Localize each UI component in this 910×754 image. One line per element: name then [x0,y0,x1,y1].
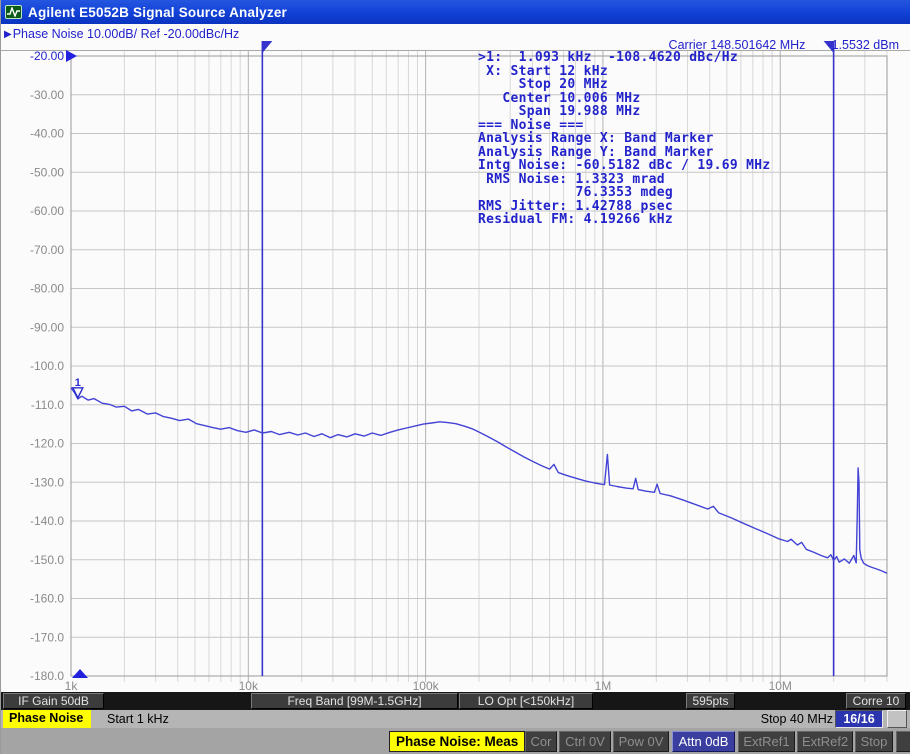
svg-text:1M: 1M [595,679,612,693]
svg-text:-100.0: -100.0 [30,359,64,373]
svg-text:-30.00: -30.00 [30,88,64,102]
svg-text:10k: 10k [239,679,259,693]
svg-text:-70.00: -70.00 [30,243,64,257]
svg-text:-80.00: -80.00 [30,282,64,296]
carrier-info: Carrier 148.501642 MHz -1.5532 dBm [669,38,899,52]
svg-text:1k: 1k [65,679,79,693]
svg-text:-180.0: -180.0 [30,669,64,683]
svg-text:-160.0: -160.0 [30,592,64,606]
svg-text:-150.0: -150.0 [30,553,64,567]
marker-info-panel: >1: 1.093 kHz -108.4620 dBc/Hz X: Start … [478,51,771,227]
phase-noise-plot: -20.00 -30.00 -40.00 -50.00 -60.00 -70.00 -80.… [1,0,910,754]
svg-text:-90.00: -90.00 [30,320,64,334]
measurement-screen: ▶ Phase Noise 10.00dB/ Ref -20.00dBc/Hz … [1,24,910,692]
svg-text:-120.0: -120.0 [30,437,64,451]
svg-text:-130.0: -130.0 [30,475,64,489]
svg-text:1: 1 [75,377,81,389]
svg-text:-60.00: -60.00 [30,204,64,218]
svg-text:-20.00: -20.00 [30,49,64,63]
instrument-window: Agilent E5052B Signal Source Analyzer ▶ … [0,0,910,754]
svg-text:-170.0: -170.0 [30,630,64,644]
svg-text:-40.00: -40.00 [30,127,64,141]
carrier-power: -1.5532 dBm [827,38,899,52]
svg-text:10M: 10M [769,679,792,693]
svg-text:-140.0: -140.0 [30,514,64,528]
carrier-frequency: Carrier 148.501642 MHz [669,38,806,52]
svg-text:100k: 100k [413,679,440,693]
svg-text:-50.00: -50.00 [30,165,64,179]
svg-text:-110.0: -110.0 [31,398,64,412]
